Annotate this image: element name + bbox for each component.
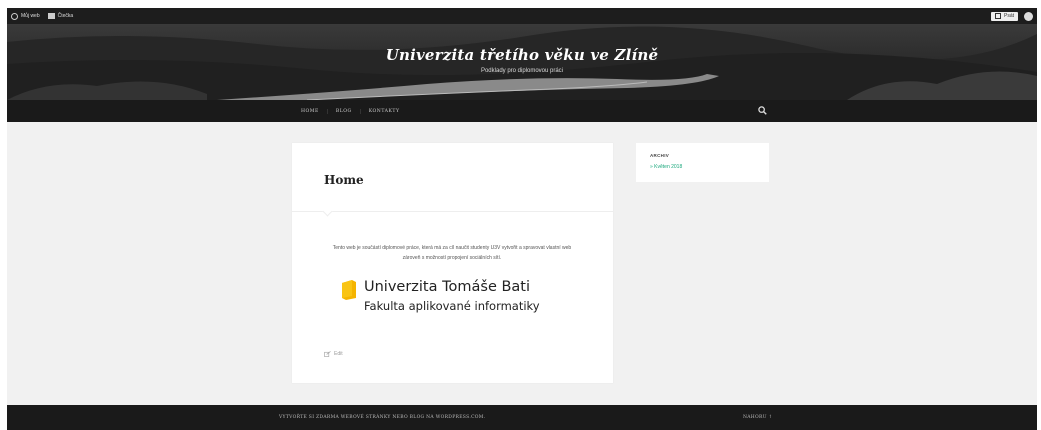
footer-credit-link[interactable]: VYTVOŘTE SI ZDARMA WEBOVÉ STRÁNKY NEBO B… xyxy=(279,415,485,420)
nav-item-kontakty[interactable]: KONTAKTY xyxy=(361,109,408,114)
edit-link[interactable]: Edit xyxy=(324,351,343,357)
reader-button[interactable]: Čtečka xyxy=(47,13,74,19)
reader-label: Čtečka xyxy=(57,13,74,19)
admin-bar: Můj web Čtečka Psát xyxy=(7,8,1037,24)
widget-title: ARCHIV xyxy=(650,153,670,158)
utb-logo-image: Univerzita Tomáše Bati Fakulta aplikovan… xyxy=(342,273,582,318)
browser-viewport: Můj web Čtečka Psát Univerzita třetího v… xyxy=(7,8,1037,430)
write-post-button[interactable]: Psát xyxy=(990,11,1018,21)
title-divider-notch xyxy=(322,206,333,217)
wordpress-icon xyxy=(11,12,18,20)
nav-item-blog[interactable]: BLOG xyxy=(328,108,361,114)
utb-logo-line1: Univerzita Tomáše Bati xyxy=(364,279,531,295)
my-site-label: Můj web xyxy=(21,13,40,19)
page-body-text: Tento web je součástí diplomové práce, k… xyxy=(332,245,572,261)
main-navigation: HOME BLOG KONTAKTY xyxy=(7,100,1037,122)
my-site-button[interactable]: Můj web xyxy=(11,12,40,20)
edit-icon xyxy=(324,351,331,357)
title-divider xyxy=(292,211,613,212)
site-description: Podklady pro diplomovou práci xyxy=(480,68,564,74)
back-to-top-link[interactable]: NAHORU ↑ xyxy=(743,415,773,420)
header-image: Univerzita třetího věku ve Zlíně Podklad… xyxy=(7,24,1037,100)
edit-label: Edit xyxy=(334,351,343,357)
utb-logo-line2: Fakulta aplikované informatiky xyxy=(364,299,540,313)
site-title[interactable]: Univerzita třetího věku ve Zlíně xyxy=(7,46,1037,64)
nav-item-home[interactable]: HOME xyxy=(293,108,328,114)
page-article: Home Tento web je součástí diplomové prá… xyxy=(292,143,613,383)
reader-icon xyxy=(47,13,55,19)
write-post-label: Psát xyxy=(1003,13,1014,19)
write-icon xyxy=(994,13,1001,19)
site-footer: VYTVOŘTE SI ZDARMA WEBOVÉ STRÁNKY NEBO B… xyxy=(7,405,1037,430)
archive-link[interactable]: » Květen 2018 xyxy=(650,164,682,170)
search-icon[interactable] xyxy=(758,106,767,115)
utb-flag-icon xyxy=(342,280,356,300)
page-title: Home xyxy=(324,173,364,187)
archive-widget: ARCHIV » Květen 2018 xyxy=(636,143,769,182)
avatar[interactable] xyxy=(1024,11,1033,21)
